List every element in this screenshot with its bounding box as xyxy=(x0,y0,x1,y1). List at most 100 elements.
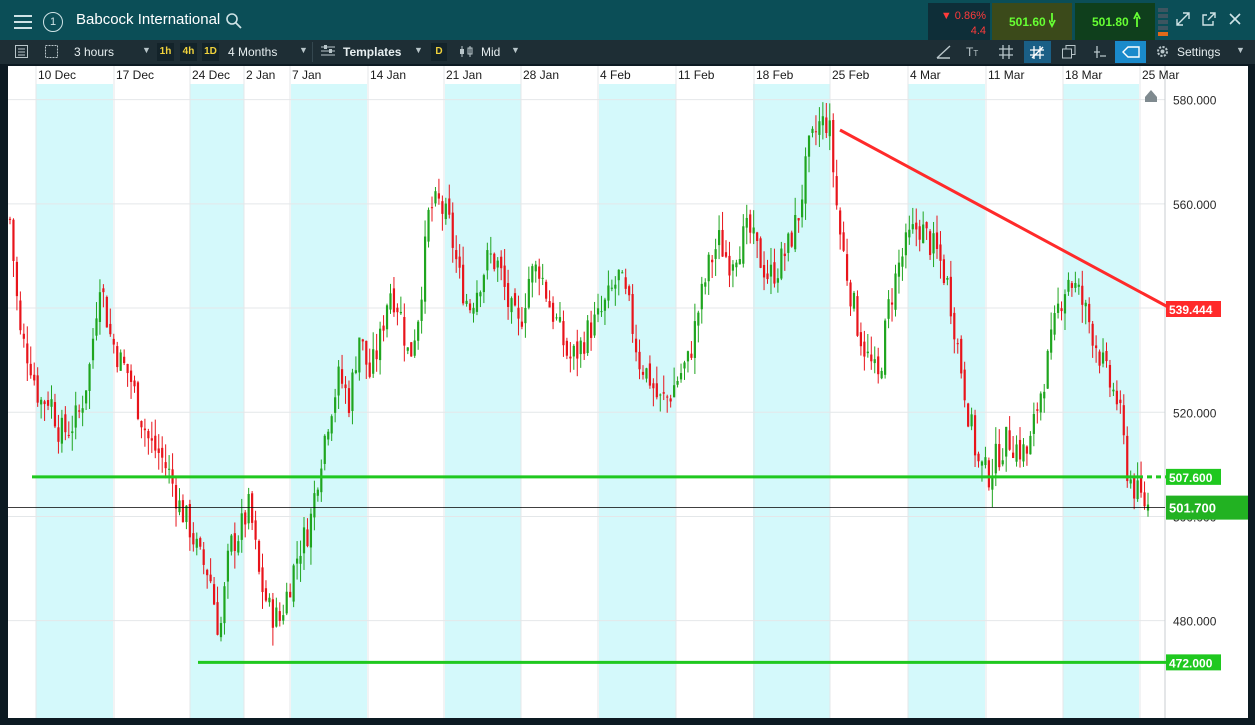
candle-up xyxy=(91,338,95,361)
crosshair-tool-button[interactable] xyxy=(1024,41,1051,63)
candle-up xyxy=(81,408,84,413)
sell-button[interactable]: 501.60 xyxy=(992,3,1072,40)
candle-up xyxy=(901,256,904,267)
hamburger-menu-icon[interactable] xyxy=(7,8,39,36)
candle-down xyxy=(22,333,25,339)
interval-4h-button[interactable]: 4h xyxy=(180,43,197,61)
candle-up xyxy=(417,321,420,341)
candle-down xyxy=(960,338,963,374)
candle-down xyxy=(652,383,655,389)
price-type-selector[interactable]: Mid xyxy=(481,45,500,59)
panel-number-badge[interactable]: 1 xyxy=(43,12,63,32)
candle-down xyxy=(382,325,385,331)
candle-down xyxy=(209,574,212,582)
candle-down xyxy=(877,356,880,375)
candle-up xyxy=(911,224,914,230)
candle-down xyxy=(1095,345,1098,349)
candle-up xyxy=(873,359,876,364)
candle-up xyxy=(316,489,319,496)
templates-button[interactable]: Templates xyxy=(343,45,401,59)
settings-button[interactable]: Settings xyxy=(1177,45,1220,59)
change-absolute: 4.4 xyxy=(970,25,986,37)
date-tick-label: 7 Jan xyxy=(292,68,321,82)
candle-up xyxy=(866,351,869,354)
candle-down xyxy=(551,302,555,322)
chart-canvas[interactable]: 10 Dec 17 Dec 24 Dec 2 Jan 7 Jan 14 Jan 21 Jan… xyxy=(8,66,1250,718)
close-icon[interactable] xyxy=(1229,12,1241,30)
candle-up xyxy=(240,513,243,540)
layout-icon[interactable] xyxy=(45,45,58,63)
instrument-name[interactable]: Babcock International xyxy=(76,11,220,28)
candle-down xyxy=(29,363,32,376)
popout-icon[interactable] xyxy=(1202,12,1216,31)
candle-down xyxy=(123,356,126,364)
date-tick-label: 10 Dec xyxy=(38,68,76,82)
indicator-icon[interactable] xyxy=(1093,45,1107,64)
interval-dropdown-icon[interactable]: ▼ xyxy=(142,45,151,55)
candle-down xyxy=(129,370,133,382)
candle-down xyxy=(724,252,728,257)
settings-dropdown-icon[interactable]: ▼ xyxy=(1236,45,1245,55)
candle-down xyxy=(264,588,268,601)
candle-down xyxy=(1108,365,1112,388)
candle-up xyxy=(894,273,897,310)
candle-down xyxy=(562,321,565,346)
candle-down xyxy=(856,296,859,336)
candle-up xyxy=(237,541,240,553)
candle-down xyxy=(112,338,115,345)
candle-up xyxy=(731,264,735,271)
chart-list-icon[interactable] xyxy=(15,45,28,63)
candle-up xyxy=(600,311,603,313)
price-type-dropdown-icon[interactable]: ▼ xyxy=(511,45,520,55)
expand-icon[interactable] xyxy=(1176,12,1190,31)
d-button[interactable]: D xyxy=(431,43,447,61)
label-tool-button[interactable] xyxy=(1115,41,1146,63)
candle-down xyxy=(849,282,852,307)
draw-line-icon[interactable] xyxy=(936,45,951,64)
interval-1h-button[interactable]: 1h xyxy=(157,43,174,61)
candle-down xyxy=(1119,399,1122,404)
candle-down xyxy=(192,533,195,545)
buy-button[interactable]: 501.80 xyxy=(1075,3,1155,40)
candle-up xyxy=(434,191,437,204)
candle-up xyxy=(908,229,911,238)
candle-up xyxy=(1032,414,1035,434)
candle-down xyxy=(396,307,399,313)
candle-down xyxy=(1081,285,1084,305)
candle-down xyxy=(548,301,551,308)
range-selector[interactable]: 4 Months xyxy=(228,45,277,59)
grid-icon[interactable] xyxy=(999,45,1013,64)
candle-up xyxy=(226,550,230,582)
candle-down xyxy=(638,351,641,370)
candle-up xyxy=(444,203,447,220)
candle-up xyxy=(1001,460,1004,465)
candle-down xyxy=(212,584,216,605)
interval-selector[interactable]: 3 hours xyxy=(74,45,114,59)
range-dropdown-icon[interactable]: ▼ xyxy=(299,45,308,55)
candle-up xyxy=(313,493,316,518)
candle-up xyxy=(717,230,721,246)
candle-down xyxy=(199,538,202,547)
price-chart[interactable]: 10 Dec 17 Dec 24 Dec 2 Jan 7 Jan 14 Jan 21 Jan… xyxy=(8,66,1250,718)
candle-up xyxy=(50,399,53,407)
copy-icon[interactable] xyxy=(1062,45,1076,64)
text-tool-icon[interactable]: TT xyxy=(966,45,978,59)
settings-gear-icon[interactable] xyxy=(1155,44,1170,64)
templates-dropdown-icon[interactable]: ▼ xyxy=(414,45,423,55)
candle-up xyxy=(482,275,485,293)
templates-icon[interactable] xyxy=(321,45,335,63)
candle-up xyxy=(572,345,575,357)
candle-up xyxy=(413,340,416,356)
candle-down xyxy=(939,244,942,261)
interval-1d-button[interactable]: 1D xyxy=(202,43,219,61)
candle-down xyxy=(963,369,966,401)
date-tick-label: 17 Dec xyxy=(116,68,154,82)
candle-up xyxy=(811,128,814,133)
candle-down xyxy=(631,294,634,334)
candle-up xyxy=(558,317,562,322)
candle-up xyxy=(247,493,250,524)
price-type-icon[interactable] xyxy=(459,45,475,63)
candle-up xyxy=(299,555,302,564)
search-icon[interactable] xyxy=(226,13,242,34)
candle-down xyxy=(181,500,185,523)
